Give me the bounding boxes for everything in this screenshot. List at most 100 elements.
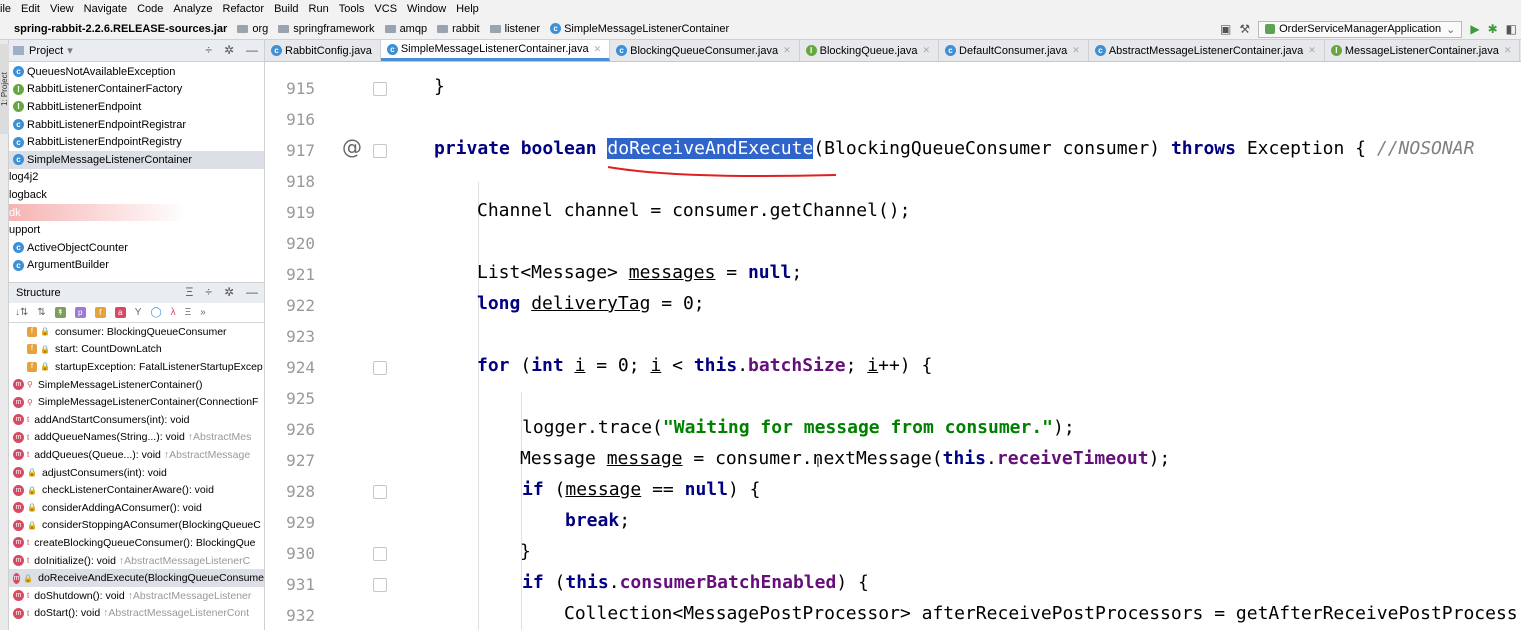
project-panel-title[interactable]: Project xyxy=(29,45,63,57)
close-icon[interactable]: ✕ xyxy=(783,45,791,56)
structure-method[interactable]: m 🔒 considerStoppingAConsumer(BlockingQueu… xyxy=(9,517,264,535)
member-label: adjustConsumers(int): void xyxy=(41,466,167,479)
structure-method[interactable]: m t addQueues(Queue...): void ↑AbstractMes… xyxy=(9,446,264,464)
gear-icon[interactable]: ✲ xyxy=(224,285,234,299)
menu-refactor[interactable]: Refactor xyxy=(223,3,265,15)
tree-item[interactable]: c QueuesNotAvailableException xyxy=(9,63,264,81)
breadcrumb-org[interactable]: org xyxy=(231,23,268,35)
tree-item[interactable]: c RabbitListenerEndpointRegistry xyxy=(9,133,264,151)
project-tool-button[interactable]: 1: Project xyxy=(0,44,9,134)
member-inherited: ↑AbstractMessageListener xyxy=(127,589,252,602)
fold-end-icon[interactable] xyxy=(373,82,387,96)
structure-method[interactable]: m 🔒 adjustConsumers(int): void xyxy=(9,464,264,482)
fold-start-icon[interactable] xyxy=(373,485,387,499)
menu-vcs[interactable]: VCS xyxy=(374,3,397,15)
fold-start-icon[interactable] xyxy=(373,361,387,375)
tree-item[interactable]: log4j2 xyxy=(9,169,264,187)
collapse-icon[interactable]: ÷ xyxy=(205,285,212,299)
override-annotation-icon[interactable]: @ xyxy=(342,135,362,159)
filter-icon[interactable]: Y xyxy=(135,307,142,318)
structure-method[interactable]: m t createBlockingQueueConsumer(): Blockin… xyxy=(9,534,264,552)
structure-method[interactable]: m t doInitialize(): void ↑AbstractMessageL… xyxy=(9,552,264,570)
structure-method-selected[interactable]: m 🔒 doReceiveAndExecute(BlockingQueueConsu… xyxy=(9,569,264,587)
fold-start-icon[interactable] xyxy=(373,144,387,158)
lambdas-icon[interactable]: λ xyxy=(171,307,176,318)
menu-edit[interactable]: Edit xyxy=(21,3,40,15)
structure-method[interactable]: m ⚲ SimpleMessageListenerContainer() xyxy=(9,376,264,394)
more-icon[interactable]: » xyxy=(200,307,206,318)
tree-item[interactable]: c ArgumentBuilder xyxy=(9,257,264,275)
menu-navigate[interactable]: Navigate xyxy=(84,3,127,15)
menu-code[interactable]: Code xyxy=(137,3,163,15)
code-editor[interactable]: 915 916 917 918 919 920 921 922 923 924 … xyxy=(265,62,1521,630)
sort-visibility-icon[interactable]: ⇅ xyxy=(37,307,45,318)
close-icon[interactable]: ✕ xyxy=(1072,45,1080,56)
structure-method[interactable]: m 🔒 considerAddingAConsumer(): void xyxy=(9,499,264,517)
minimize-icon[interactable]: — xyxy=(246,285,258,299)
structure-method[interactable]: m ⚲ SimpleMessageListenerContainer(Connect… xyxy=(9,393,264,411)
show-inherited-icon[interactable]: ↟ xyxy=(54,307,66,318)
tree-item[interactable]: I RabbitListenerContainerFactory xyxy=(9,81,264,99)
show-fields-icon[interactable]: f xyxy=(94,307,106,318)
tree-item[interactable]: c ActiveObjectCounter xyxy=(9,239,264,257)
structure-method[interactable]: m t addQueueNames(String...): void ↑Abstra… xyxy=(9,429,264,447)
menu-tools[interactable]: Tools xyxy=(339,3,365,15)
breadcrumb-rabbit[interactable]: rabbit xyxy=(431,23,480,35)
expand-all-icon[interactable]: Ξ xyxy=(186,285,194,299)
menu-help[interactable]: Help xyxy=(456,3,479,15)
anonymous-classes-icon[interactable]: ◯ xyxy=(150,307,161,318)
structure-method[interactable]: m t doShutdown(): void ↑AbstractMessageLis… xyxy=(9,587,264,605)
structure-field[interactable]: f 🔒 startupException: FatalListenerStartup… xyxy=(9,358,264,376)
tab-defaultconsumer[interactable]: c DefaultConsumer.java ✕ xyxy=(939,40,1089,61)
menu-window[interactable]: Window xyxy=(407,3,446,15)
layout-icon[interactable]: ▣ xyxy=(1220,22,1231,36)
run-configuration-select[interactable]: OrderServiceManagerApplication ⌄ xyxy=(1258,20,1463,38)
tab-blockingqueue[interactable]: I BlockingQueue.java ✕ xyxy=(800,40,940,61)
tree-item[interactable]: dk xyxy=(9,203,264,222)
menu-run[interactable]: Run xyxy=(309,3,329,15)
breadcrumb-listener[interactable]: listener xyxy=(484,23,540,35)
build-hammer-icon[interactable]: ⚒ xyxy=(1239,22,1250,36)
structure-method[interactable]: m t doStart(): void ↑AbstractMessageListen… xyxy=(9,605,264,623)
gear-icon[interactable]: ✲ xyxy=(224,43,234,57)
menu-build[interactable]: Build xyxy=(274,3,298,15)
selected-method-name[interactable]: doReceiveAndExecute xyxy=(607,138,814,159)
expand-icon[interactable]: Ξ xyxy=(185,307,192,318)
structure-field[interactable]: f 🔒 start: CountDownLatch xyxy=(9,341,264,359)
tree-item[interactable]: logback xyxy=(9,186,264,204)
tab-blockingqueueconsumer[interactable]: c BlockingQueueConsumer.java ✕ xyxy=(610,40,800,61)
tree-item[interactable]: upport xyxy=(9,221,264,239)
tab-messagelistenercontainer[interactable]: I MessageListenerContainer.java ✕ xyxy=(1325,40,1521,61)
tree-item-selected[interactable]: c SimpleMessageListenerContainer xyxy=(9,150,264,169)
breadcrumb-amqp[interactable]: amqp xyxy=(379,23,427,35)
collapse-icon[interactable]: ÷ xyxy=(205,43,212,57)
debug-icon[interactable]: ✱ xyxy=(1488,22,1498,36)
minimize-icon[interactable]: — xyxy=(246,43,258,57)
run-icon[interactable]: ▶ xyxy=(1470,22,1479,36)
menu-view[interactable]: View xyxy=(50,3,74,15)
tab-abstractmessagelistenercontainer[interactable]: c AbstractMessageListenerContainer.java ✕ xyxy=(1089,40,1325,61)
menu-file[interactable]: ile xyxy=(0,3,11,15)
show-nonpublic-icon[interactable]: a xyxy=(114,307,126,318)
tree-item[interactable]: c RabbitListenerEndpointRegistrar xyxy=(9,116,264,134)
close-icon[interactable]: ✕ xyxy=(1308,45,1316,56)
show-properties-icon[interactable]: p xyxy=(74,307,86,318)
close-icon[interactable]: ✕ xyxy=(1504,45,1512,56)
close-icon[interactable]: ✕ xyxy=(594,44,602,55)
breadcrumb-class[interactable]: c SimpleMessageListenerContainer xyxy=(550,23,729,35)
tree-item[interactable]: I RabbitListenerEndpoint xyxy=(9,98,264,116)
structure-field[interactable]: f 🔒 consumer: BlockingQueueConsumer xyxy=(9,323,264,341)
breadcrumb-jar[interactable]: spring-rabbit-2.2.6.RELEASE-sources.jar xyxy=(0,23,227,35)
chevron-down-icon[interactable]: ▾ xyxy=(67,44,73,57)
tab-simplemessagelistenercontainer[interactable]: c SimpleMessageListenerContainer.java ✕ xyxy=(380,40,611,61)
close-icon[interactable]: ✕ xyxy=(922,45,930,56)
fold-start-icon[interactable] xyxy=(373,578,387,592)
menu-analyze[interactable]: Analyze xyxy=(173,3,212,15)
breadcrumb-springframework[interactable]: springframework xyxy=(272,23,375,35)
coverage-icon[interactable]: ◧ xyxy=(1506,22,1517,36)
structure-method[interactable]: m 🔒 checkListenerContainerAware(): void xyxy=(9,481,264,499)
sort-alpha-icon[interactable]: ↓⇅ xyxy=(15,307,28,318)
fold-end-icon[interactable] xyxy=(373,547,387,561)
tab-rabbitconfig[interactable]: c RabbitConfig.java xyxy=(265,40,381,61)
structure-method[interactable]: m t addAndStartConsumers(int): void xyxy=(9,411,264,429)
